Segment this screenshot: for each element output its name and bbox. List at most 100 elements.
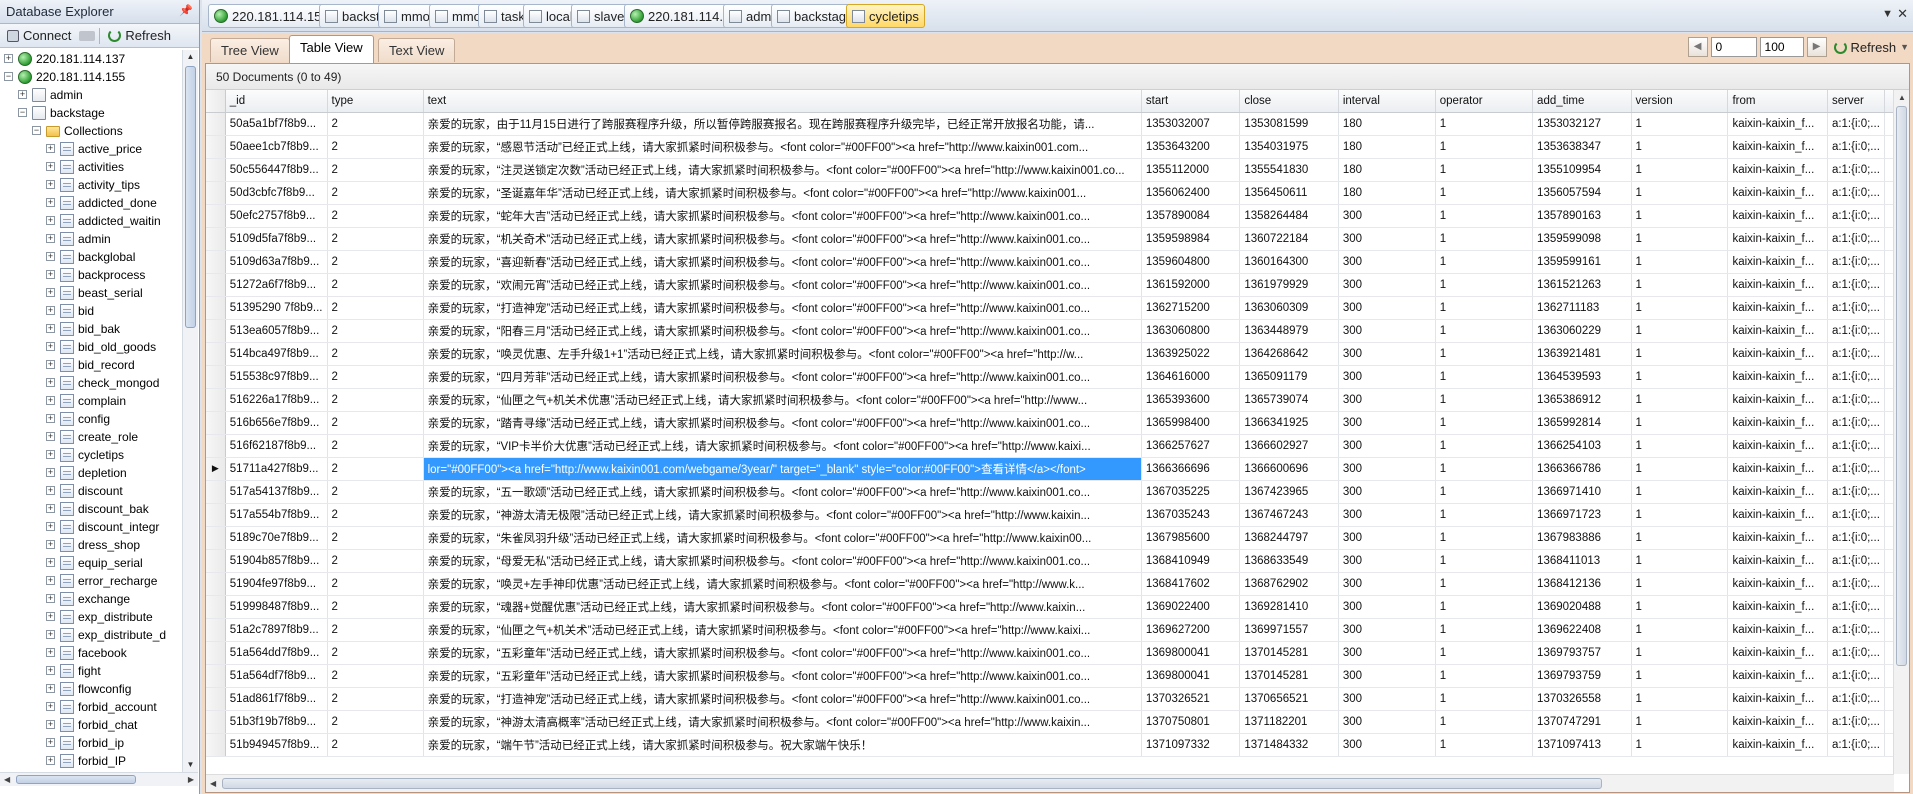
table-cell-version[interactable]: 1 <box>1631 250 1729 274</box>
column-header[interactable]: server <box>1827 90 1886 113</box>
tab-tree-view[interactable]: Tree View <box>210 38 290 62</box>
table-cell-start[interactable]: 1369022400 <box>1141 595 1241 619</box>
collapse-icon[interactable]: − <box>18 108 27 117</box>
row-header[interactable] <box>206 135 226 159</box>
expand-icon[interactable]: + <box>46 252 55 261</box>
tree-collection-node[interactable]: + admin <box>0 230 182 248</box>
table-cell-text[interactable]: 亲爱的玩家，“打造神宠”活动已经正式上线，请大家抓紧时间积极参与。<font c… <box>423 687 1142 711</box>
table-cell-type[interactable]: 2 <box>327 319 424 343</box>
table-cell-text[interactable]: 亲爱的玩家，“蛇年大吉”活动已经正式上线，请大家抓紧时间积极参与。<font c… <box>423 204 1142 228</box>
column-header[interactable]: text <box>423 90 1142 113</box>
table-cell-type[interactable]: 2 <box>327 158 424 182</box>
table-cell-from[interactable]: kaixin-kaixin_f... <box>1727 549 1828 573</box>
table-cell-text[interactable]: 亲爱的玩家，由于11月15日进行了跨服赛程序升级，所以暂停跨服赛报名。现在跨服赛… <box>423 112 1142 136</box>
table-cell-type[interactable]: 2 <box>327 480 424 504</box>
tree-collection-node[interactable]: + activities <box>0 158 182 176</box>
table-cell-close[interactable]: 1358264484 <box>1239 204 1339 228</box>
expand-icon[interactable]: + <box>46 234 55 243</box>
table-cell-text[interactable]: 亲爱的玩家，“五彩童年”活动已经正式上线，请大家抓紧时间积极参与。<font c… <box>423 641 1142 665</box>
table-cell-addtime[interactable]: 1370747291 <box>1532 710 1632 734</box>
table-cell-text[interactable]: 亲爱的玩家，“唤灵+左手神印优惠”活动已经正式上线，请大家抓紧时间积极参与。<f… <box>423 572 1142 596</box>
tab-text-view[interactable]: Text View <box>378 38 456 62</box>
tree-collection-node[interactable]: + complain <box>0 392 182 410</box>
tree-collection-node[interactable]: + fight <box>0 662 182 680</box>
table-row[interactable]: 516f62187f8b9... 2 亲爱的玩家，“VIP卡半价大优惠”活动已经正式… <box>206 434 1894 458</box>
row-header[interactable] <box>206 641 226 665</box>
table-cell-version[interactable]: 1 <box>1631 181 1729 205</box>
table-cell-operator[interactable]: 1 <box>1435 296 1534 320</box>
document-tab[interactable]: 220.181.114.155 <box>208 4 335 28</box>
table-cell-operator[interactable]: 1 <box>1435 733 1534 757</box>
table-cell-close[interactable]: 1356450611 <box>1239 181 1339 205</box>
table-cell-type[interactable]: 2 <box>327 503 424 527</box>
table-cell-type[interactable]: 2 <box>327 365 424 389</box>
expand-icon[interactable]: + <box>46 180 55 189</box>
table-cell-start[interactable]: 1353643200 <box>1141 135 1241 159</box>
table-cell-interval[interactable]: 300 <box>1338 480 1436 504</box>
table-cell-interval[interactable]: 300 <box>1338 365 1436 389</box>
table-cell-close[interactable]: 1368244797 <box>1239 526 1339 550</box>
tree-collection-node[interactable]: + bid_old_goods <box>0 338 182 356</box>
table-cell-server[interactable]: a:1:{i:0;... <box>1827 319 1886 343</box>
table-cell-operator[interactable]: 1 <box>1435 480 1534 504</box>
expand-icon[interactable]: + <box>46 216 55 225</box>
expand-icon[interactable]: + <box>46 396 55 405</box>
chevron-down-icon[interactable]: ▼ <box>1900 42 1909 52</box>
table-cell-operator[interactable]: 1 <box>1435 135 1534 159</box>
table-cell-addtime[interactable]: 1369622408 <box>1532 618 1632 642</box>
table-cell-id[interactable]: 50c556447f8b9... <box>225 158 328 182</box>
table-row[interactable]: 50aee1cb7f8b9... 2 亲爱的玩家，“感恩节活动”已经正式上线，请大家… <box>206 135 1894 159</box>
table-row[interactable]: 51395290 7f8b9... 2 亲爱的玩家，“打造神宠”活动已经正式上线，请… <box>206 296 1894 320</box>
tree-collection-node[interactable]: + error_recharge <box>0 572 182 590</box>
tree-collection-node[interactable]: + bid <box>0 302 182 320</box>
table-cell-server[interactable]: a:1:{i:0;... <box>1827 733 1886 757</box>
table-cell-start[interactable]: 1353032007 <box>1141 112 1241 136</box>
table-cell-addtime[interactable]: 1359599161 <box>1532 250 1632 274</box>
tree-collection-node[interactable]: + forbid_chat <box>0 716 182 734</box>
tree-collection-node[interactable]: + cycletips <box>0 446 182 464</box>
table-cell-start[interactable]: 1367035225 <box>1141 480 1241 504</box>
table-cell-close[interactable]: 1371484332 <box>1239 733 1339 757</box>
table-cell-text[interactable]: 亲爱的玩家，“感恩节活动”已经正式上线，请大家抓紧时间积极参与。<font co… <box>423 135 1142 159</box>
column-header[interactable]: from <box>1727 90 1828 113</box>
scroll-thumb[interactable] <box>185 66 196 328</box>
table-cell-from[interactable]: kaixin-kaixin_f... <box>1727 296 1828 320</box>
table-cell-server[interactable]: a:1:{i:0;... <box>1827 572 1886 596</box>
table-cell-operator[interactable]: 1 <box>1435 641 1534 665</box>
table-cell-version[interactable]: 1 <box>1631 296 1729 320</box>
table-cell-close[interactable]: 1367423965 <box>1239 480 1339 504</box>
table-cell-interval[interactable]: 300 <box>1338 319 1436 343</box>
table-cell-interval[interactable]: 180 <box>1338 112 1436 136</box>
table-cell-text[interactable]: 亲爱的玩家，“注灵送锁定次数”活动已经正式上线，请大家抓紧时间积极参与。<fon… <box>423 158 1142 182</box>
table-cell-from[interactable]: kaixin-kaixin_f... <box>1727 595 1828 619</box>
table-cell-from[interactable]: kaixin-kaixin_f... <box>1727 641 1828 665</box>
row-header[interactable]: ▶ <box>206 457 226 481</box>
table-cell-from[interactable]: kaixin-kaixin_f... <box>1727 273 1828 297</box>
table-cell-type[interactable]: 2 <box>327 618 424 642</box>
table-cell-version[interactable]: 1 <box>1631 158 1729 182</box>
table-row[interactable]: 51a2c7897f8b9... 2 亲爱的玩家，“仙匣之气+机关术”活动已经正式上… <box>206 618 1894 642</box>
scroll-right-arrow-icon[interactable]: ▶ <box>188 775 194 784</box>
table-cell-server[interactable]: a:1:{i:0;... <box>1827 641 1886 665</box>
table-cell-id[interactable]: 517a554b7f8b9... <box>225 503 328 527</box>
expand-icon[interactable]: + <box>46 756 55 765</box>
table-cell-operator[interactable]: 1 <box>1435 112 1534 136</box>
tree-collection-node[interactable]: + depletion <box>0 464 182 482</box>
table-cell-server[interactable]: a:1:{i:0;... <box>1827 664 1886 688</box>
table-cell-close[interactable]: 1369971557 <box>1239 618 1339 642</box>
table-cell-addtime[interactable]: 1369793757 <box>1532 641 1632 665</box>
expand-icon[interactable]: + <box>46 720 55 729</box>
tree-collection-node[interactable]: + config <box>0 410 182 428</box>
table-row[interactable]: 50d3cbfc7f8b9... 2 亲爱的玩家，“圣诞嘉年华”活动已经正式上线，请… <box>206 181 1894 205</box>
table-cell-operator[interactable]: 1 <box>1435 595 1534 619</box>
table-cell-type[interactable]: 2 <box>327 204 424 228</box>
tree-collections-folder[interactable]: − Collections <box>0 122 182 140</box>
table-cell-operator[interactable]: 1 <box>1435 457 1534 481</box>
row-header[interactable] <box>206 526 226 550</box>
table-row[interactable]: 515538c97f8b9... 2 亲爱的玩家，“四月芳菲”活动已经正式上线，请大… <box>206 365 1894 389</box>
table-cell-id[interactable]: 50efc2757f8b9... <box>225 204 328 228</box>
table-cell-close[interactable]: 1364268642 <box>1239 342 1339 366</box>
table-cell-operator[interactable]: 1 <box>1435 503 1534 527</box>
scroll-down-arrow-icon[interactable]: ▼ <box>183 758 198 772</box>
table-cell-id[interactable]: 50d3cbfc7f8b9... <box>225 181 328 205</box>
